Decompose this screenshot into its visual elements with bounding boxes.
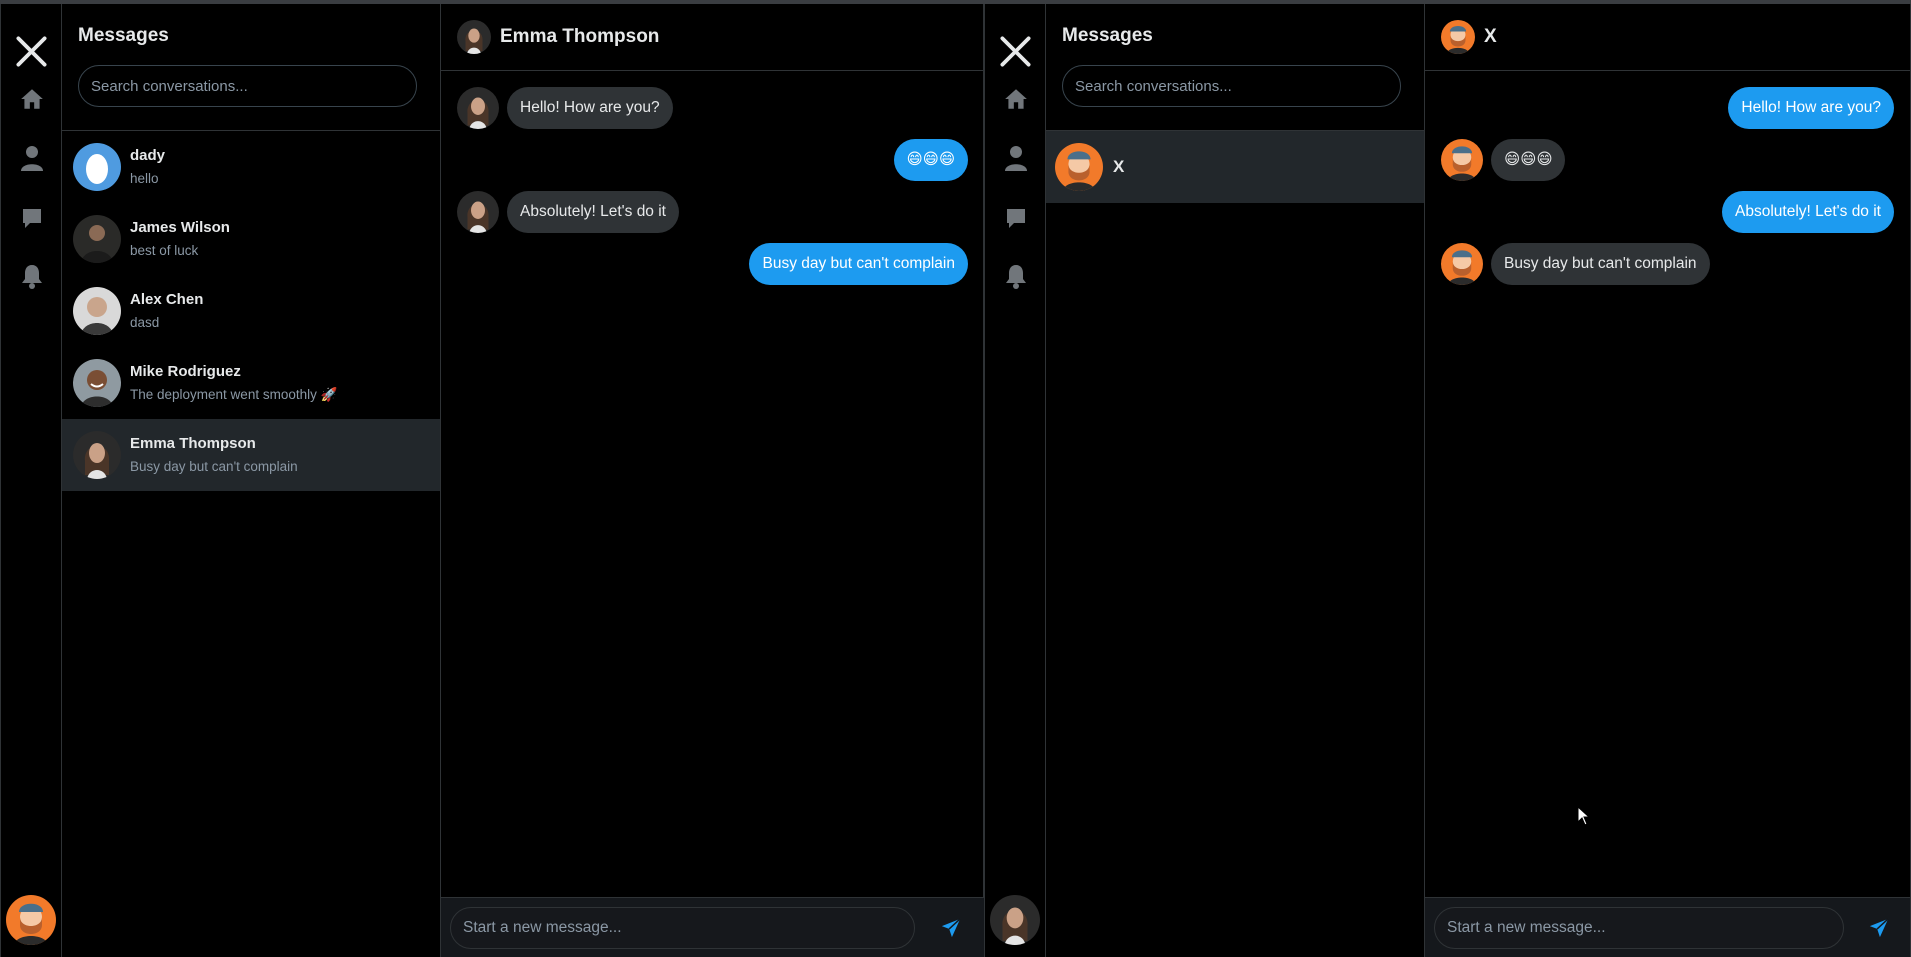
- conversation-list: dady hello James Wilson best of luck Ale…: [62, 131, 440, 491]
- send-icon[interactable]: [1865, 914, 1893, 942]
- message-outgoing: 😄😄😄: [457, 139, 968, 181]
- message-bubble: Busy day but can't complain: [749, 243, 968, 285]
- search-conversations-input[interactable]: [1062, 65, 1401, 107]
- message-incoming: Absolutely! Let's do it: [457, 191, 968, 233]
- message-bubble: Absolutely! Let's do it: [1722, 191, 1894, 233]
- chat-partner-avatar[interactable]: [1441, 20, 1475, 54]
- conversation-name: Mike Rodriguez: [130, 362, 241, 380]
- message-incoming: Hello! How are you?: [457, 87, 968, 129]
- chat-title: X: [1484, 26, 1497, 47]
- message-thread: Hello! How are you? 😄😄😄 Absolutely! Let'…: [441, 87, 984, 295]
- sender-avatar: [1441, 139, 1483, 181]
- message-composer: [1425, 897, 1910, 957]
- conversation-item-mike-rodriguez[interactable]: Mike Rodriguez The deployment went smoot…: [62, 347, 440, 419]
- conversation-item-x[interactable]: X: [1046, 131, 1424, 203]
- conversation-preview: best of luck: [130, 242, 199, 258]
- conversation-name: James Wilson: [130, 218, 230, 236]
- message-bubble: 😄😄😄: [1491, 139, 1566, 181]
- conversation-preview: Busy day but can't complain: [130, 458, 298, 474]
- conversation-item-emma-thompson[interactable]: Emma Thompson Busy day but can't complai…: [62, 419, 440, 491]
- profile-icon[interactable]: [17, 143, 47, 173]
- message-incoming: 😄😄😄: [1441, 139, 1894, 181]
- conversation-list-panel: Messages X: [1046, 4, 1425, 957]
- current-user-avatar[interactable]: [6, 895, 56, 945]
- chat-panel: Emma Thompson Hello! How are you? 😄😄😄 Ab…: [441, 4, 984, 957]
- avatar: [1055, 143, 1103, 191]
- messages-icon[interactable]: [1001, 203, 1031, 233]
- message-bubble: Hello! How are you?: [1728, 87, 1894, 129]
- sender-avatar: [457, 191, 499, 233]
- new-message-input[interactable]: [450, 907, 915, 949]
- right-messaging-app: Messages X X Hello! How are you?: [984, 4, 1911, 957]
- message-outgoing: Hello! How are you?: [1441, 87, 1894, 129]
- conversation-name: Emma Thompson: [130, 434, 256, 452]
- conversation-name: X: [1113, 157, 1125, 176]
- chat-partner-avatar[interactable]: [457, 20, 491, 54]
- sender-avatar: [1441, 243, 1483, 285]
- conversation-item-dady[interactable]: dady hello: [62, 131, 440, 203]
- conversation-preview: dasd: [130, 314, 160, 330]
- conversation-name: dady: [130, 146, 166, 164]
- message-outgoing: Absolutely! Let's do it: [1441, 191, 1894, 233]
- x-logo-icon[interactable]: [998, 34, 1033, 69]
- current-user-avatar[interactable]: [990, 895, 1040, 945]
- message-bubble: Busy day but can't complain: [1491, 243, 1710, 285]
- x-logo-icon[interactable]: [14, 34, 49, 69]
- avatar: [73, 359, 121, 407]
- messages-icon[interactable]: [17, 203, 47, 233]
- notifications-icon[interactable]: [1001, 262, 1031, 292]
- left-messaging-app: Messages dady hello James Wilson best o: [0, 4, 984, 957]
- chat-panel: X Hello! How are you? 😄😄😄 Absolutely! Le…: [1425, 4, 1910, 957]
- send-icon[interactable]: [937, 914, 965, 942]
- conversation-list: X: [1046, 131, 1424, 203]
- avatar: [73, 431, 121, 479]
- message-composer: [441, 897, 984, 957]
- conversation-name: Alex Chen: [130, 290, 204, 308]
- chat-header: X: [1425, 4, 1910, 71]
- message-outgoing: Busy day but can't complain: [457, 243, 968, 285]
- conversation-list-panel: Messages dady hello James Wilson best o: [62, 4, 441, 957]
- avatar: [73, 215, 121, 263]
- message-bubble: Absolutely! Let's do it: [507, 191, 679, 233]
- messages-heading: Messages: [78, 25, 169, 46]
- message-thread: Hello! How are you? 😄😄😄 Absolutely! Let'…: [1425, 87, 1910, 295]
- avatar: [73, 287, 121, 335]
- notifications-icon[interactable]: [17, 262, 47, 292]
- messages-heading: Messages: [1062, 25, 1153, 46]
- conversation-preview: hello: [130, 170, 159, 186]
- chat-header: Emma Thompson: [441, 4, 984, 71]
- message-bubble: Hello! How are you?: [507, 87, 673, 129]
- home-icon[interactable]: [17, 84, 47, 114]
- conversation-item-alex-chen[interactable]: Alex Chen dasd: [62, 275, 440, 347]
- search-conversations-input[interactable]: [78, 65, 417, 107]
- message-bubble: 😄😄😄: [893, 139, 968, 181]
- new-message-input[interactable]: [1434, 907, 1844, 949]
- nav-rail: [985, 4, 1046, 957]
- home-icon[interactable]: [1001, 84, 1031, 114]
- sender-avatar: [457, 87, 499, 129]
- profile-icon[interactable]: [1001, 143, 1031, 173]
- message-incoming: Busy day but can't complain: [1441, 243, 1894, 285]
- mouse-cursor-icon: [1577, 806, 1591, 826]
- conversation-item-james-wilson[interactable]: James Wilson best of luck: [62, 203, 440, 275]
- avatar: [73, 143, 121, 191]
- nav-rail: [1, 4, 62, 957]
- chat-title: Emma Thompson: [500, 26, 660, 47]
- conversation-preview: The deployment went smoothly 🚀: [130, 386, 338, 402]
